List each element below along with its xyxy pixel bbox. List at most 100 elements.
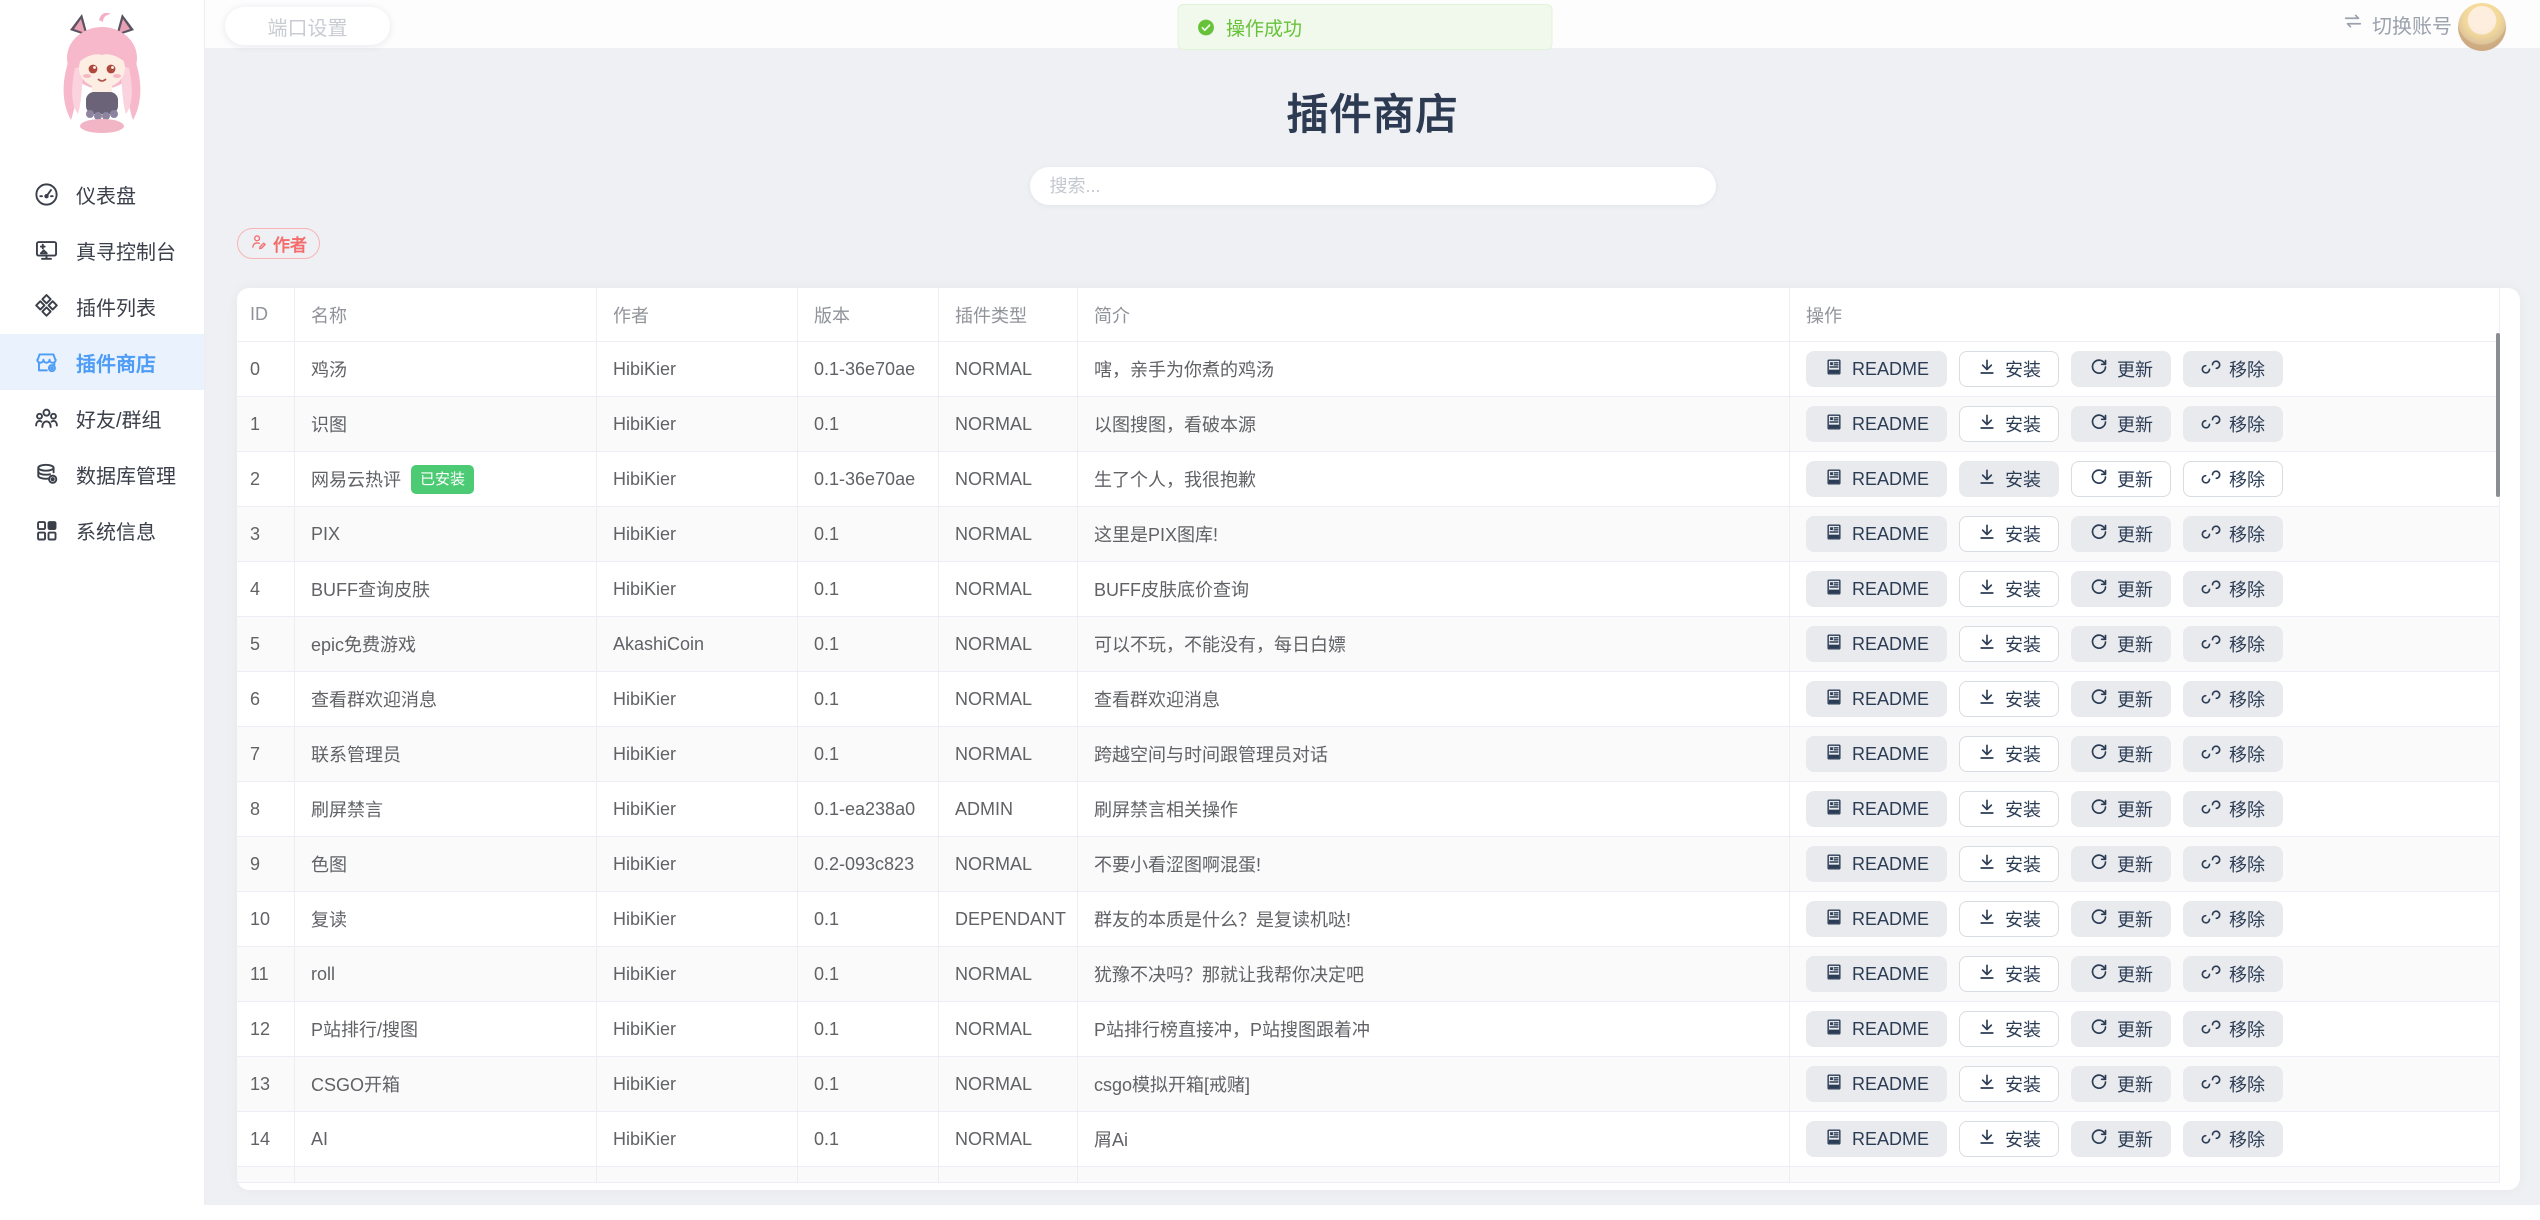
update-button[interactable]: 更新 <box>2071 626 2171 662</box>
update-button[interactable]: 更新 <box>2071 1121 2171 1157</box>
sidebar-item-console[interactable]: 真寻控制台 <box>0 222 204 278</box>
readme-button[interactable]: README <box>1806 1066 1947 1102</box>
readme-button[interactable]: README <box>1806 1121 1947 1157</box>
install-button[interactable]: 安装 <box>1959 901 2059 937</box>
action-label: 移除 <box>2229 576 2265 602</box>
install-button[interactable]: 安装 <box>1959 1011 2059 1047</box>
install-button[interactable]: 安装 <box>1959 406 2059 442</box>
update-button[interactable]: 更新 <box>2071 956 2171 992</box>
remove-button[interactable]: 移除 <box>2183 901 2283 937</box>
readme-button[interactable]: README <box>1806 791 1947 827</box>
plugin-list-icon <box>33 293 60 320</box>
readme-icon <box>1824 467 1844 492</box>
sidebar-item-plugin-store[interactable]: 插件商店 <box>0 334 204 390</box>
cell-author: HibiKier <box>597 1002 798 1057</box>
readme-icon <box>1824 852 1844 877</box>
sidebar-item-friends-groups[interactable]: 好友/群组 <box>0 390 204 446</box>
action-label: README <box>1852 469 1929 490</box>
remove-button[interactable]: 移除 <box>2183 846 2283 882</box>
cell-version: 0.1-36e70ae <box>798 452 939 507</box>
readme-button[interactable]: README <box>1806 406 1947 442</box>
update-button[interactable]: 更新 <box>2071 901 2171 937</box>
readme-button[interactable]: README <box>1806 461 1947 497</box>
update-button[interactable]: 更新 <box>2071 846 2171 882</box>
action-label: 安装 <box>2005 631 2041 657</box>
readme-button[interactable]: README <box>1806 846 1947 882</box>
update-button[interactable]: 更新 <box>2071 791 2171 827</box>
readme-button[interactable]: README <box>1806 956 1947 992</box>
update-button[interactable]: 更新 <box>2071 1011 2171 1047</box>
update-button[interactable]: 更新 <box>2071 351 2171 387</box>
update-button[interactable]: 更新 <box>2071 406 2171 442</box>
author-filter-button[interactable]: 作者 <box>237 228 320 259</box>
install-button[interactable]: 安装 <box>1959 516 2059 552</box>
remove-button[interactable]: 移除 <box>2183 406 2283 442</box>
cell-id: 4 <box>237 562 295 617</box>
remove-button[interactable]: 移除 <box>2183 956 2283 992</box>
remove-button[interactable]: 移除 <box>2183 1011 2283 1047</box>
action-label: 安装 <box>2005 466 2041 492</box>
sidebar-item-database[interactable]: 数据库管理 <box>0 446 204 502</box>
remove-button[interactable]: 移除 <box>2183 571 2283 607</box>
readme-button[interactable]: README <box>1806 351 1947 387</box>
install-button[interactable]: 安装 <box>1959 571 2059 607</box>
search-input[interactable] <box>1030 167 1716 205</box>
install-button[interactable]: 安装 <box>1959 681 2059 717</box>
readme-button[interactable]: README <box>1806 626 1947 662</box>
install-button[interactable]: 安装 <box>1959 461 2059 497</box>
success-toast: 操作成功 <box>1177 4 1552 50</box>
table-row: 3PIXHibiKier0.1NORMAL这里是PIX图库!README安装更新… <box>237 507 2500 562</box>
readme-button[interactable]: README <box>1806 681 1947 717</box>
remove-button[interactable]: 移除 <box>2183 681 2283 717</box>
readme-button[interactable]: README <box>1806 736 1947 772</box>
table-scrollbar[interactable] <box>2496 333 2500 497</box>
update-button[interactable]: 更新 <box>2071 516 2171 552</box>
cell-author: HibiKier <box>597 727 798 782</box>
update-button[interactable]: 更新 <box>2071 571 2171 607</box>
port-settings-button[interactable]: 端口设置 <box>225 7 390 45</box>
readme-button[interactable]: README <box>1806 901 1947 937</box>
update-button[interactable]: 更新 <box>2071 681 2171 717</box>
action-label: 更新 <box>2117 796 2153 822</box>
cell-author: HibiKier <box>597 782 798 837</box>
unlink-icon <box>2201 577 2221 602</box>
readme-button[interactable]: README <box>1806 571 1947 607</box>
unlink-icon <box>2201 1127 2221 1152</box>
update-button[interactable]: 更新 <box>2071 736 2171 772</box>
install-button[interactable]: 安装 <box>1959 351 2059 387</box>
action-label: README <box>1852 799 1929 820</box>
remove-button[interactable]: 移除 <box>2183 516 2283 552</box>
sidebar-item-dashboard[interactable]: 仪表盘 <box>0 166 204 222</box>
sidebar-item-plugin-list[interactable]: 插件列表 <box>0 278 204 334</box>
remove-button[interactable]: 移除 <box>2183 461 2283 497</box>
install-button[interactable]: 安装 <box>1959 791 2059 827</box>
cell-version: 0.1-36e70ae <box>798 342 939 397</box>
refresh-icon <box>2089 412 2109 437</box>
install-button[interactable]: 安装 <box>1959 626 2059 662</box>
column-header: 操作 <box>1790 288 2500 342</box>
remove-button[interactable]: 移除 <box>2183 736 2283 772</box>
unlink-icon <box>2201 1017 2221 1042</box>
install-button[interactable]: 安装 <box>1959 1121 2059 1157</box>
action-label: README <box>1852 689 1929 710</box>
readme-button[interactable]: README <box>1806 1011 1947 1047</box>
sidebar-item-system-info[interactable]: 系统信息 <box>0 502 204 558</box>
install-button[interactable]: 安装 <box>1959 1066 2059 1102</box>
action-label: 移除 <box>2229 411 2265 437</box>
remove-button[interactable]: 移除 <box>2183 351 2283 387</box>
update-button[interactable]: 更新 <box>2071 1066 2171 1102</box>
readme-icon <box>1824 522 1844 547</box>
action-label: 移除 <box>2229 466 2265 492</box>
readme-button[interactable]: README <box>1806 516 1947 552</box>
install-button[interactable]: 安装 <box>1959 956 2059 992</box>
switch-account-button[interactable]: 切换账号 <box>2342 0 2452 48</box>
action-label: 更新 <box>2117 741 2153 767</box>
remove-button[interactable]: 移除 <box>2183 626 2283 662</box>
remove-button[interactable]: 移除 <box>2183 791 2283 827</box>
update-button[interactable]: 更新 <box>2071 461 2171 497</box>
remove-button[interactable]: 移除 <box>2183 1121 2283 1157</box>
install-button[interactable]: 安装 <box>1959 736 2059 772</box>
install-button[interactable]: 安装 <box>1959 846 2059 882</box>
remove-button[interactable]: 移除 <box>2183 1066 2283 1102</box>
user-avatar[interactable] <box>2458 3 2506 51</box>
